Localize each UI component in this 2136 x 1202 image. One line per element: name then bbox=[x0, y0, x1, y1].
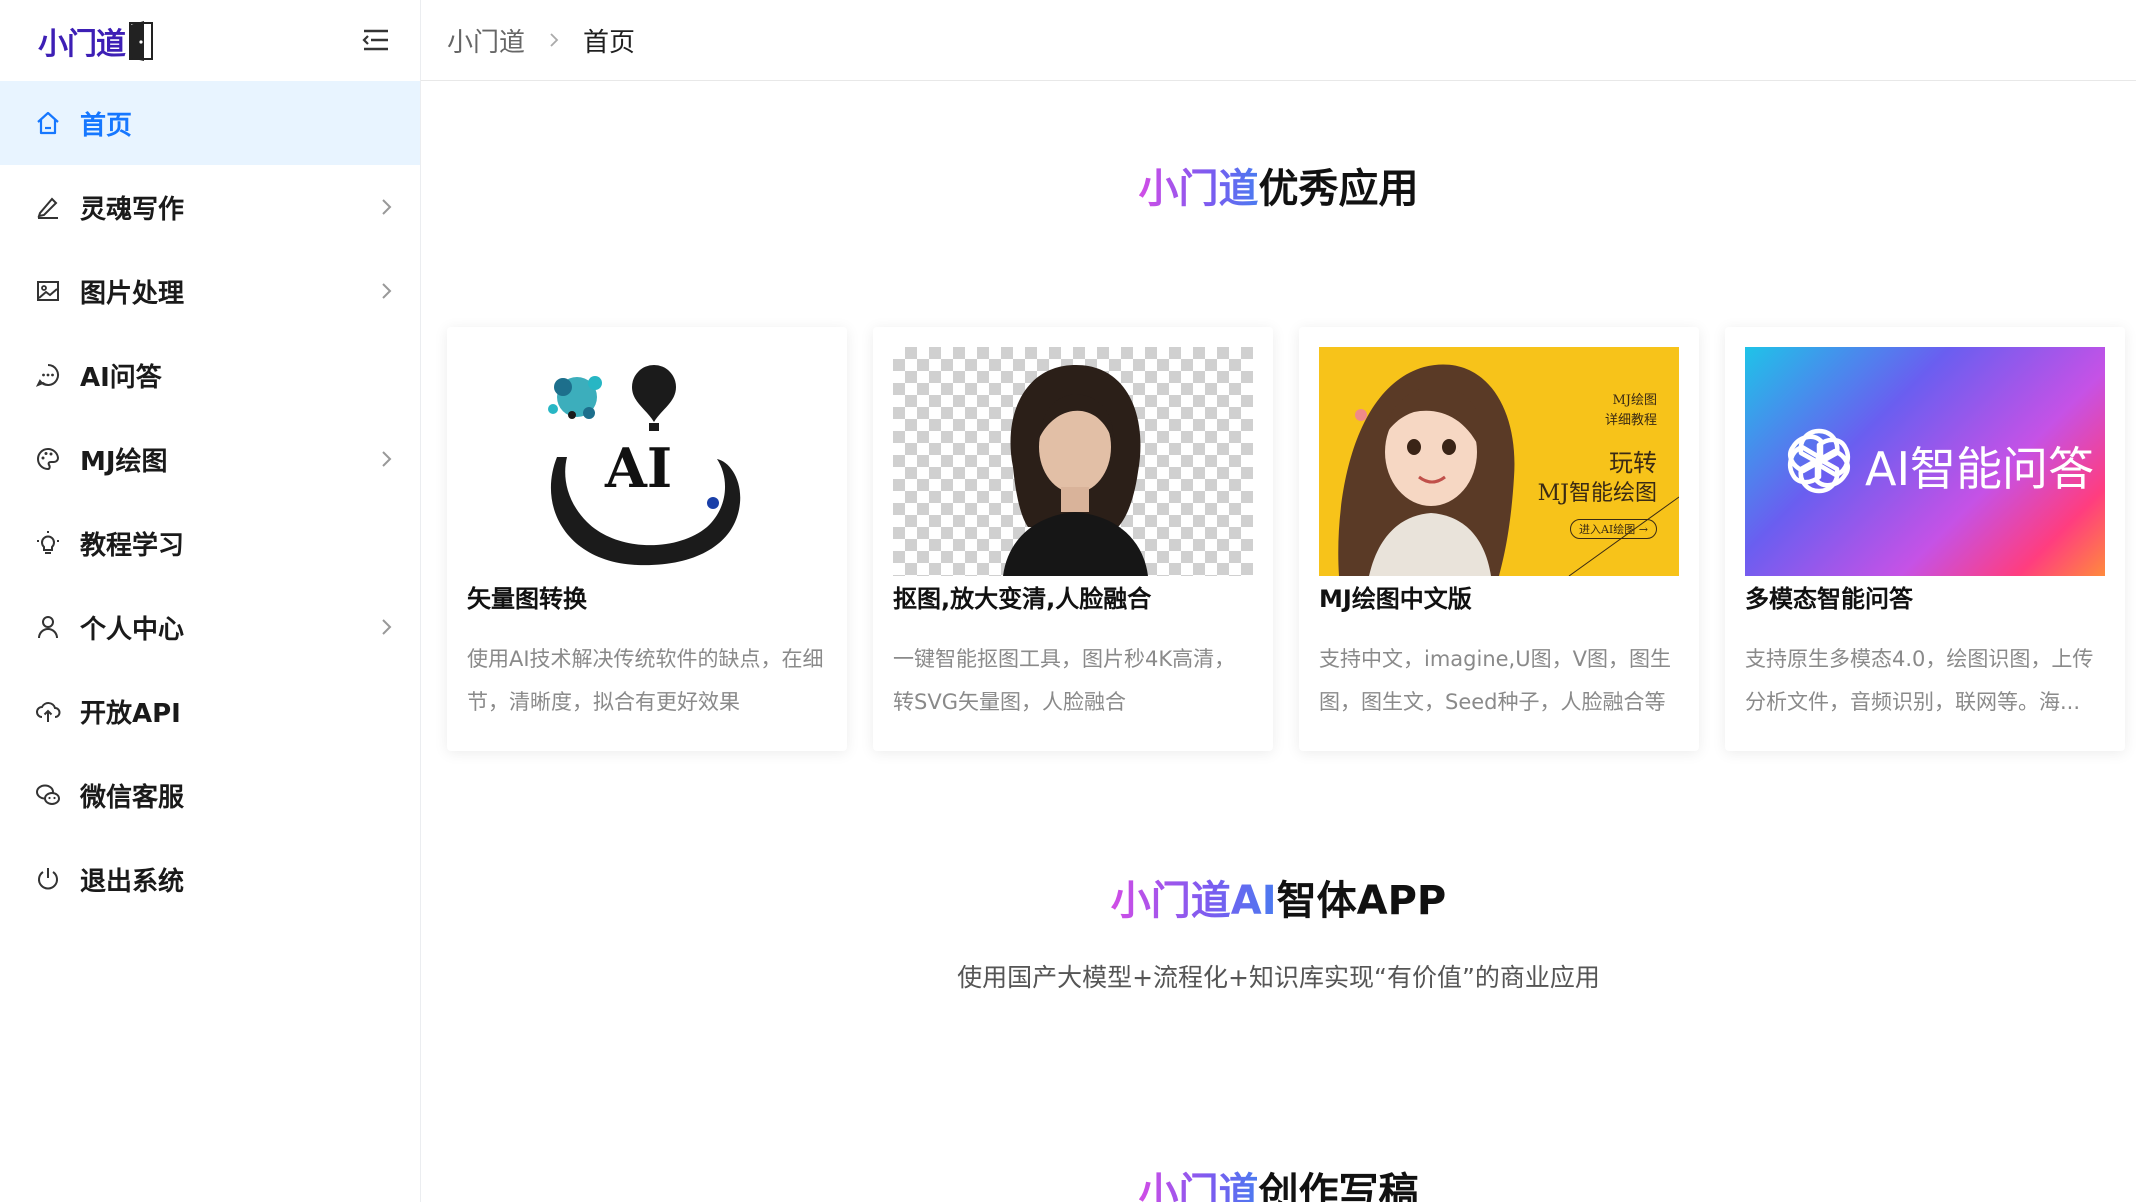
sidebar-item-label: 图片处理 bbox=[80, 278, 185, 309]
door-icon bbox=[129, 20, 155, 61]
image-caption: AI智能问答 bbox=[1865, 442, 2095, 496]
openai-logo-icon bbox=[1788, 428, 1850, 494]
sidebar-item-label: 个人中心 bbox=[80, 614, 185, 645]
sidebar-item-open-api[interactable]: 开放API bbox=[0, 669, 420, 753]
app-card-mj[interactable]: MJ绘图 详细教程 玩转 MJ智能绘图 进入AI绘图 → MJ绘图中文版 支持中… bbox=[1299, 327, 1699, 751]
card-image: AI智能问答 bbox=[1745, 347, 2105, 576]
section-subtitle: 使用国产大模型+流程化+知识库实现“有价值”的商业应用 bbox=[957, 963, 1600, 992]
breadcrumb: 小门道 首页 bbox=[447, 22, 635, 59]
card-description: 支持原生多模态4.0，绘图识图，上传分析文件，音频识别，联网等。海... bbox=[1745, 647, 2094, 714]
sidebar-item-image-processing[interactable]: 图片处理 bbox=[0, 249, 420, 333]
card-title: 矢量图转换 bbox=[467, 585, 587, 613]
chevron-right-icon bbox=[382, 283, 392, 299]
sidebar-item-home[interactable]: 首页 bbox=[0, 81, 420, 165]
image-caption-pill: 进入AI绘图 → bbox=[1569, 519, 1657, 539]
card-title: 抠图,放大变清,人脸融合 bbox=[893, 585, 1152, 613]
sidebar-item-label: MJ绘图 bbox=[80, 446, 168, 477]
section-title-rest: 优秀应用 bbox=[1258, 166, 1419, 212]
sidebar-item-writing[interactable]: 灵魂写作 bbox=[0, 165, 420, 249]
app-card-multimodal[interactable]: AI智能问答 多模态智能问答 支持原生多模态4.0，绘图识图，上传分析文件，音频… bbox=[1725, 327, 2125, 751]
sidebar-item-label: 微信客服 bbox=[80, 782, 185, 813]
chevron-right-icon bbox=[382, 451, 392, 467]
power-icon bbox=[34, 865, 62, 893]
card-description: 使用AI技术解决传统软件的缺点，在细节，清晰度，拟合有更好效果 bbox=[467, 647, 824, 714]
card-image: AI bbox=[467, 347, 827, 576]
wechat-icon bbox=[34, 781, 62, 809]
sidebar-item-label: 开放API bbox=[80, 698, 181, 729]
sidebar-item-mj-drawing[interactable]: MJ绘图 bbox=[0, 417, 420, 501]
section-title-agent-app: 小门道AI智体APP bbox=[421, 868, 2136, 926]
sidebar-item-label: 首页 bbox=[80, 110, 133, 141]
sidebar-menu: 首页 灵魂写作 图片处理 AI问答 MJ绘图 教程学习 个人中心 开放API 微… bbox=[0, 81, 420, 921]
sidebar-item-personal-center[interactable]: 个人中心 bbox=[0, 585, 420, 669]
section-title-writing: 小门道创作写稿 bbox=[421, 1160, 2136, 1202]
chevron-right-icon bbox=[382, 199, 392, 215]
image-icon bbox=[34, 277, 62, 305]
menu-fold-icon bbox=[362, 29, 388, 51]
cloud-upload-icon bbox=[34, 697, 62, 725]
card-title: 多模态智能问答 bbox=[1745, 585, 1913, 613]
section-title-highlight: 小门道AI bbox=[1110, 878, 1277, 924]
chat-icon bbox=[34, 361, 62, 389]
app-card-cutout[interactable]: 抠图,放大变清,人脸融合 一键智能抠图工具，图片秒4K高清，转SVG矢量图，人脸… bbox=[873, 327, 1273, 751]
section-title-highlight: 小门道 bbox=[1138, 166, 1259, 212]
image-caption: MJ智能绘图 bbox=[1537, 481, 1657, 506]
sidebar-item-logout[interactable]: 退出系统 bbox=[0, 837, 420, 921]
card-image: MJ绘图 详细教程 玩转 MJ智能绘图 进入AI绘图 → bbox=[1319, 347, 1679, 576]
card-image bbox=[893, 347, 1253, 576]
sidebar-item-label: 教程学习 bbox=[80, 530, 185, 561]
sidebar-item-label: 灵魂写作 bbox=[80, 194, 185, 225]
palette-icon bbox=[34, 445, 62, 473]
user-icon bbox=[34, 613, 62, 641]
breadcrumb-root[interactable]: 小门道 bbox=[447, 22, 525, 59]
portrait-illustration bbox=[1003, 364, 1148, 576]
chevron-right-icon bbox=[382, 619, 392, 635]
ai-ink-illustration: AI bbox=[548, 365, 741, 566]
chevron-right-icon bbox=[545, 31, 563, 49]
sidebar-item-wechat-support[interactable]: 微信客服 bbox=[0, 753, 420, 837]
bulb-icon bbox=[34, 529, 62, 557]
section-title-highlight: 小门道 bbox=[1139, 1170, 1259, 1202]
section-title-apps: 小门道优秀应用 bbox=[421, 156, 2136, 214]
sidebar-item-ai-qa[interactable]: AI问答 bbox=[0, 333, 420, 417]
app-cards: AI 矢量图转换 使用AI技术解决传统软件的缺点，在细节，清晰度，拟合有更好效果… bbox=[447, 327, 2125, 751]
home-icon bbox=[34, 109, 62, 137]
image-caption: 玩转 bbox=[1609, 449, 1657, 477]
card-description: 一键智能抠图工具，图片秒4K高清，转SVG矢量图，人脸融合 bbox=[893, 647, 1236, 714]
sidebar-item-label: AI问答 bbox=[80, 362, 162, 393]
card-title: MJ绘图中文版 bbox=[1319, 585, 1472, 613]
pen-icon bbox=[34, 193, 62, 221]
logo[interactable]: 小门道 bbox=[0, 0, 420, 81]
app-card-vector[interactable]: AI 矢量图转换 使用AI技术解决传统软件的缺点，在细节，清晰度，拟合有更好效果 bbox=[447, 327, 847, 751]
logo-text: 小门道 bbox=[38, 26, 126, 62]
sidebar: 小门道 首页 灵魂写作 图片处理 AI问答 MJ绘图 教程学习 个人中心 开放A… bbox=[0, 0, 421, 1202]
image-caption: 详细教程 bbox=[1604, 413, 1657, 428]
sidebar-item-tutorials[interactable]: 教程学习 bbox=[0, 501, 420, 585]
svg-text:AI: AI bbox=[604, 436, 672, 500]
main-content: 小门道优秀应用 AI 矢量图转换 使用AI技术解决传统软件的缺点，在细节，清晰度… bbox=[421, 82, 2136, 1202]
breadcrumb-current: 首页 bbox=[583, 27, 636, 58]
top-header: 小门道 首页 bbox=[421, 0, 2136, 81]
collapse-menu-button[interactable] bbox=[358, 24, 392, 56]
image-caption: MJ绘图 bbox=[1612, 393, 1657, 408]
card-description: 支持中文，imagine,U图，V图，图生图，图生文，Seed种子，人脸融合等 bbox=[1319, 647, 1671, 714]
section-title-rest: 创作写稿 bbox=[1258, 1170, 1419, 1202]
section-title-rest: 智体APP bbox=[1276, 878, 1447, 924]
sidebar-item-label: 退出系统 bbox=[80, 866, 185, 897]
